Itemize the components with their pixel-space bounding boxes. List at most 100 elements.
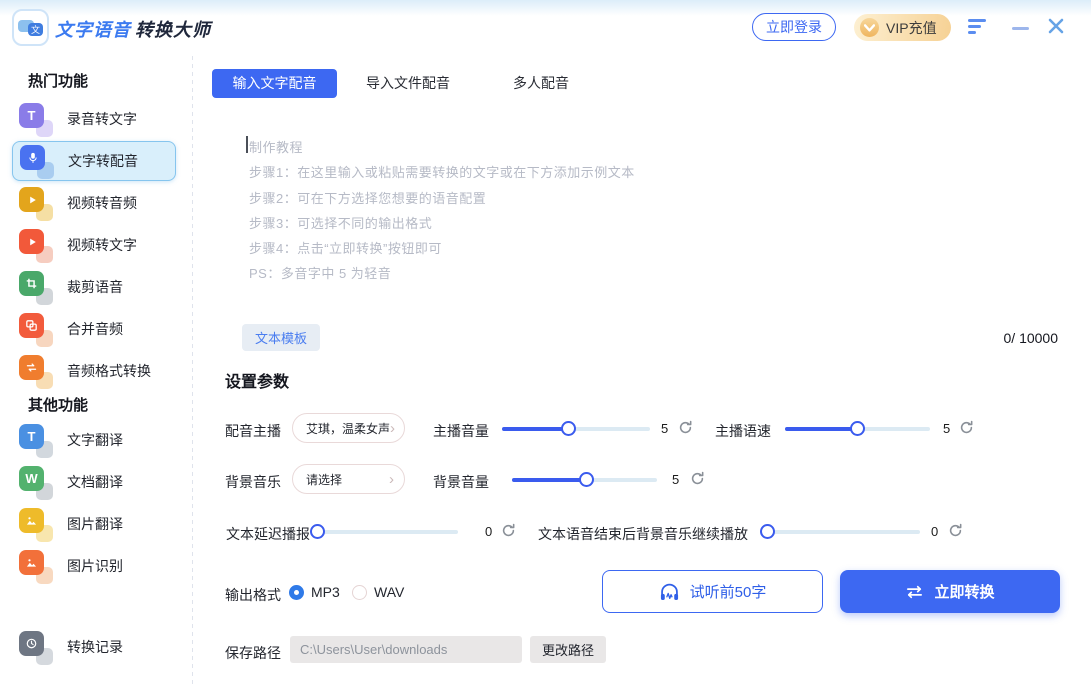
convert-button[interactable]: 立即转换 xyxy=(840,570,1060,613)
radio-wav-label: WAV xyxy=(374,584,404,600)
sidebar-section-hot-features: 热门功能 xyxy=(28,70,88,91)
sidebar-item-conversion-history[interactable]: 转换记录 xyxy=(12,627,176,667)
sidebar-item-label: 音频格式转换 xyxy=(67,361,151,381)
sidebar-item-label: 文字转配音 xyxy=(68,151,138,171)
sidebar-item-label: 转换记录 xyxy=(67,637,123,657)
text-delay-value: 0 xyxy=(485,524,492,539)
app-title-part2: 转换大师 xyxy=(135,20,211,40)
sidebar-item-video-to-audio[interactable]: 视频转音频 xyxy=(12,183,176,223)
chevron-right-icon: › xyxy=(389,472,394,487)
radio-mp3[interactable]: MP3 xyxy=(289,584,340,600)
microphone-icon xyxy=(20,143,54,179)
placeholder-line: 步骤4：点击“立即转换”按钮即可 xyxy=(249,238,442,257)
params-section-title: 设置参数 xyxy=(225,368,289,392)
slider-thumb[interactable] xyxy=(310,524,325,539)
sidebar-item-document-translate[interactable]: W 文档翻译 xyxy=(12,462,176,502)
slider-thumb[interactable] xyxy=(579,472,594,487)
sidebar-item-label: 裁剪语音 xyxy=(67,277,123,297)
bgm-volume-label: 背景音量 xyxy=(433,472,489,492)
text-caret xyxy=(246,136,248,153)
text-delay-label: 文本延迟播报 xyxy=(226,524,310,544)
app-title: 文字语音转换大师 xyxy=(55,16,211,42)
close-icon[interactable] xyxy=(1046,16,1066,36)
sidebar-item-merge-audio[interactable]: 合并音频 xyxy=(12,309,176,349)
sidebar-item-image-translate[interactable]: 图片翻译 xyxy=(12,504,176,544)
text-template-button[interactable]: 文本模板 xyxy=(242,324,320,351)
sidebar-item-label: 图片识别 xyxy=(67,556,123,576)
swap-arrows-icon xyxy=(19,353,53,389)
preview-button-label: 试听前50字 xyxy=(690,581,767,602)
voice-anchor-value: 艾琪，温柔女声 xyxy=(306,420,390,437)
bgm-volume-value: 5 xyxy=(672,472,679,487)
text-delay-slider[interactable] xyxy=(318,524,458,539)
radio-unselected-icon xyxy=(352,585,367,600)
bgm-continue-label: 文本语音结束后背景音乐继续播放 xyxy=(538,524,748,544)
voice-anchor-label: 配音主播 xyxy=(225,421,281,441)
bgm-volume-slider[interactable] xyxy=(512,472,657,487)
letter-t-icon: T xyxy=(19,422,53,458)
voice-anchor-select[interactable]: 艾琪，温柔女声 › xyxy=(292,413,405,443)
tab-multi-voice-dubbing[interactable]: 多人配音 xyxy=(480,69,602,98)
sidebar-item-label: 文字翻译 xyxy=(67,430,123,450)
app-title-part1: 文字语音 xyxy=(55,20,131,40)
headphone-icon xyxy=(659,582,680,602)
sidebar-item-label: 合并音频 xyxy=(67,319,123,339)
app-logo-icon: 文 xyxy=(12,9,49,46)
sidebar-item-video-to-text[interactable]: 视频转文字 xyxy=(12,225,176,265)
slider-thumb[interactable] xyxy=(561,421,576,436)
history-clock-icon xyxy=(19,629,53,665)
slider-thumb[interactable] xyxy=(850,421,865,436)
sidebar-item-text-translate[interactable]: T 文字翻译 xyxy=(12,420,176,460)
save-path-field[interactable]: C:\Users\User\downloads xyxy=(290,636,522,663)
reset-bgm-continue-button[interactable] xyxy=(948,523,964,539)
menu-icon[interactable] xyxy=(968,19,986,34)
bgm-select[interactable]: 请选择 › xyxy=(292,464,405,494)
sidebar-item-audio-format-convert[interactable]: 音频格式转换 xyxy=(12,351,176,391)
merge-copy-icon xyxy=(19,311,53,347)
video-play-icon xyxy=(19,227,53,263)
sidebar-item-image-recognition[interactable]: 图片识别 xyxy=(12,546,176,586)
reset-host-speed-button[interactable] xyxy=(959,420,975,436)
placeholder-line: 制作教程 xyxy=(249,137,303,156)
slider-thumb[interactable] xyxy=(760,524,775,539)
minimize-icon[interactable] xyxy=(1012,27,1029,30)
radio-wav[interactable]: WAV xyxy=(352,584,404,600)
char-counter: 0/ 10000 xyxy=(930,330,1058,346)
vip-recharge-button[interactable]: VIP充值 xyxy=(854,14,951,41)
change-path-button[interactable]: 更改路径 xyxy=(530,636,606,663)
sidebar-item-label: 文档翻译 xyxy=(67,472,123,492)
image-icon xyxy=(19,548,53,584)
tab-input-text-dubbing[interactable]: 输入文字配音 xyxy=(212,69,337,98)
placeholder-line: 步骤2：可在下方选择您想要的语音配置 xyxy=(249,188,486,207)
sidebar-item-label: 视频转音频 xyxy=(67,193,137,213)
convert-button-label: 立即转换 xyxy=(934,581,994,602)
crop-icon xyxy=(19,269,53,305)
login-button[interactable]: 立即登录 xyxy=(752,13,836,41)
bgm-continue-slider[interactable] xyxy=(768,524,920,539)
sidebar-item-label: 视频转文字 xyxy=(67,235,137,255)
sidebar-item-recording-to-text[interactable]: T 录音转文字 xyxy=(12,99,176,139)
translate-bubble-icon: 文 xyxy=(28,23,43,36)
bgm-continue-value: 0 xyxy=(931,524,938,539)
image-icon xyxy=(19,506,53,542)
sidebar-item-text-to-speech[interactable]: 文字转配音 xyxy=(12,141,176,181)
reset-bgm-volume-button[interactable] xyxy=(690,471,706,487)
sidebar-item-label: 图片翻译 xyxy=(67,514,123,534)
reset-text-delay-button[interactable] xyxy=(501,523,517,539)
text-input-area[interactable]: 制作教程 步骤1：在这里输入或粘贴需要转换的文字或在下方添加示例文本 步骤2：可… xyxy=(212,108,1080,313)
save-path-label: 保存路径 xyxy=(225,643,281,663)
reset-host-volume-button[interactable] xyxy=(678,420,694,436)
radio-selected-icon xyxy=(289,585,304,600)
crown-icon xyxy=(860,18,879,37)
host-speed-slider[interactable] xyxy=(785,421,930,436)
host-volume-slider[interactable] xyxy=(502,421,650,436)
sidebar-item-trim-audio[interactable]: 裁剪语音 xyxy=(12,267,176,307)
bgm-placeholder: 请选择 xyxy=(306,471,342,488)
preview-button[interactable]: 试听前50字 xyxy=(602,570,823,613)
tab-import-file-dubbing[interactable]: 导入文件配音 xyxy=(347,69,469,98)
host-volume-value: 5 xyxy=(661,421,668,436)
host-volume-label: 主播音量 xyxy=(433,421,489,441)
radio-mp3-label: MP3 xyxy=(311,584,340,600)
letter-t-audio-icon: T xyxy=(19,101,53,137)
swap-arrows-icon xyxy=(905,585,924,599)
